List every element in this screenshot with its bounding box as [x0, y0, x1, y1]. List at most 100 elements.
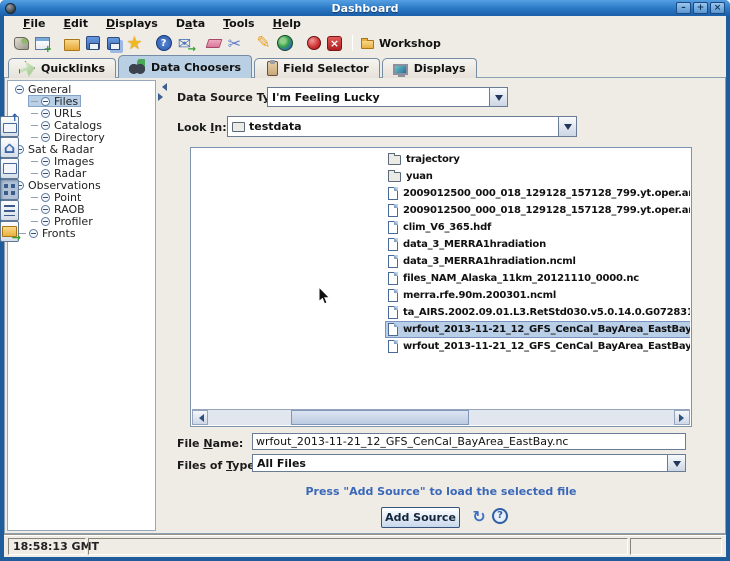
- help-icon[interactable]: ?: [492, 508, 508, 524]
- tree-item[interactable]: Sat & Radar: [12, 143, 97, 155]
- tab-quicklinks[interactable]: Quicklinks: [8, 58, 116, 78]
- tree-item[interactable]: RAOB: [28, 203, 88, 215]
- look-in-value: testdata: [245, 120, 558, 133]
- scrollbar-thumb[interactable]: [291, 410, 469, 425]
- data-source-type-dropdown-button[interactable]: [489, 88, 507, 106]
- tree-item[interactable]: Files: [28, 95, 81, 107]
- expand-handle-icon[interactable]: [29, 229, 38, 238]
- refresh-icon[interactable]: ↻: [470, 508, 488, 526]
- favorites-icon[interactable]: [125, 34, 144, 53]
- maximize-button[interactable]: +: [693, 2, 708, 14]
- workshop-folder-icon: [361, 40, 374, 49]
- files-of-type-label: Files of Type:: [177, 459, 259, 472]
- expand-handle-icon[interactable]: [41, 169, 50, 178]
- toolbar-separator: [352, 35, 353, 51]
- tree-item[interactable]: Radar: [28, 167, 89, 179]
- tree-item[interactable]: Fronts: [16, 227, 79, 239]
- file-list-item[interactable]: 2009012500_000_018_129128_157128_799.yt.…: [385, 185, 690, 202]
- eraser-icon[interactable]: [204, 34, 223, 53]
- menu-data[interactable]: Data: [167, 17, 214, 30]
- tab-icon: [393, 64, 408, 75]
- home-button[interactable]: [0, 137, 19, 158]
- file-name-input[interactable]: wrfout_2013-11-21_12_GFS_CenCal_BayArea_…: [252, 433, 686, 450]
- tree-item-label: Fronts: [42, 227, 76, 240]
- expand-handle-icon[interactable]: [41, 97, 50, 106]
- expand-handle-icon[interactable]: [41, 121, 50, 130]
- file-type-icon: [388, 255, 398, 268]
- show-dashboard-icon[interactable]: [12, 34, 31, 53]
- file-list-item[interactable]: 2009012500_000_018_129128_157128_799.yt.…: [385, 202, 690, 219]
- menu-help[interactable]: Help: [264, 17, 310, 30]
- workshop-toolbar-group[interactable]: Workshop: [361, 37, 441, 50]
- expand-right-icon[interactable]: [158, 93, 167, 101]
- record-icon[interactable]: [304, 34, 323, 53]
- tab-data-choosers[interactable]: Data Choosers: [118, 55, 252, 78]
- file-type-icon: [388, 172, 401, 182]
- exit-icon[interactable]: [325, 34, 344, 53]
- expand-handle-icon[interactable]: [41, 133, 50, 142]
- scrollbar-track[interactable]: [208, 410, 674, 425]
- file-list-item[interactable]: trajectory: [385, 151, 463, 168]
- expand-handle-icon[interactable]: [41, 217, 50, 226]
- tree-item[interactable]: URLs: [28, 107, 85, 119]
- files-of-type-dropdown-button[interactable]: [667, 455, 685, 471]
- expand-handle-icon[interactable]: [41, 193, 50, 202]
- globe-icon[interactable]: [275, 34, 294, 53]
- expand-handle-icon[interactable]: [41, 157, 50, 166]
- menu-file[interactable]: File: [14, 17, 55, 30]
- look-in-combobox[interactable]: testdata: [227, 116, 577, 137]
- tree-item[interactable]: Observations: [12, 179, 104, 191]
- tree-item[interactable]: Images: [28, 155, 97, 167]
- file-type-icon: [388, 272, 398, 285]
- minimize-button[interactable]: –: [676, 2, 691, 14]
- file-list-item[interactable]: files_NAM_Alaska_11km_20121110_0000.nc: [385, 270, 642, 287]
- file-list-item[interactable]: ta_AIRS.2002.09.01.L3.RetStd030.v5.0.14.…: [385, 304, 690, 321]
- edit-icon[interactable]: [254, 34, 273, 53]
- save-as-icon[interactable]: [104, 34, 123, 53]
- support-request-icon[interactable]: [175, 34, 194, 53]
- refresh-button[interactable]: [0, 221, 19, 242]
- file-list-item[interactable]: data_3_MERRA1hradiation.ncml: [385, 253, 579, 270]
- details-view-button[interactable]: [0, 200, 19, 221]
- new-folder-button[interactable]: [0, 158, 19, 179]
- tree-item[interactable]: Directory: [28, 131, 108, 143]
- menu-tools[interactable]: Tools: [214, 17, 263, 30]
- tab-displays[interactable]: Displays: [382, 58, 477, 78]
- tree-item[interactable]: General: [12, 83, 74, 95]
- file-list-item[interactable]: yuan: [385, 168, 436, 185]
- chevron-down-icon: [673, 461, 681, 471]
- tree-item[interactable]: Point: [28, 191, 84, 203]
- new-window-icon[interactable]: [33, 34, 52, 53]
- file-list-item[interactable]: data_3_MERRA1hradiation: [385, 236, 549, 253]
- expand-handle-icon[interactable]: [15, 85, 24, 94]
- menu-bar: File Edit Displays Data Tools Help: [4, 16, 726, 31]
- horizontal-scrollbar[interactable]: [192, 409, 690, 425]
- file-list-item[interactable]: wrfout_2013-11-21_12_GFS_CenCal_BayArea_…: [385, 321, 690, 338]
- save-icon[interactable]: [83, 34, 102, 53]
- cut-icon[interactable]: [225, 34, 244, 53]
- data-source-type-combobox[interactable]: I'm Feeling Lucky: [267, 87, 508, 107]
- file-list-item[interactable]: wrfout_2013-11-21_12_GFS_CenCal_BayArea_…: [385, 338, 690, 355]
- menu-edit[interactable]: Edit: [55, 17, 97, 30]
- add-source-button[interactable]: Add Source: [381, 507, 460, 528]
- collapse-left-icon[interactable]: [158, 83, 167, 91]
- scroll-left-button[interactable]: [192, 410, 208, 425]
- tree-item[interactable]: Profiler: [28, 215, 96, 227]
- scroll-right-button[interactable]: [674, 410, 690, 425]
- open-file-icon[interactable]: [62, 34, 81, 53]
- split-pane-divider[interactable]: [157, 80, 168, 531]
- expand-handle-icon[interactable]: [41, 109, 50, 118]
- tree-item[interactable]: Catalogs: [28, 119, 105, 131]
- icons-view-button[interactable]: [0, 179, 19, 200]
- look-in-dropdown-button[interactable]: [558, 117, 576, 136]
- menu-displays[interactable]: Displays: [97, 17, 167, 30]
- up-one-level-button[interactable]: [0, 116, 19, 137]
- file-list-item[interactable]: clim_V6_365.hdf: [385, 219, 494, 236]
- file-list-item[interactable]: merra.rfe.90m.200301.ncml: [385, 287, 559, 304]
- close-button[interactable]: ×: [710, 2, 725, 14]
- files-of-type-combobox[interactable]: All Files: [252, 454, 686, 472]
- title-bar[interactable]: Dashboard – + ×: [0, 0, 730, 16]
- tab-field-selector[interactable]: Field Selector: [254, 58, 380, 78]
- help-icon[interactable]: [154, 34, 173, 53]
- expand-handle-icon[interactable]: [41, 205, 50, 214]
